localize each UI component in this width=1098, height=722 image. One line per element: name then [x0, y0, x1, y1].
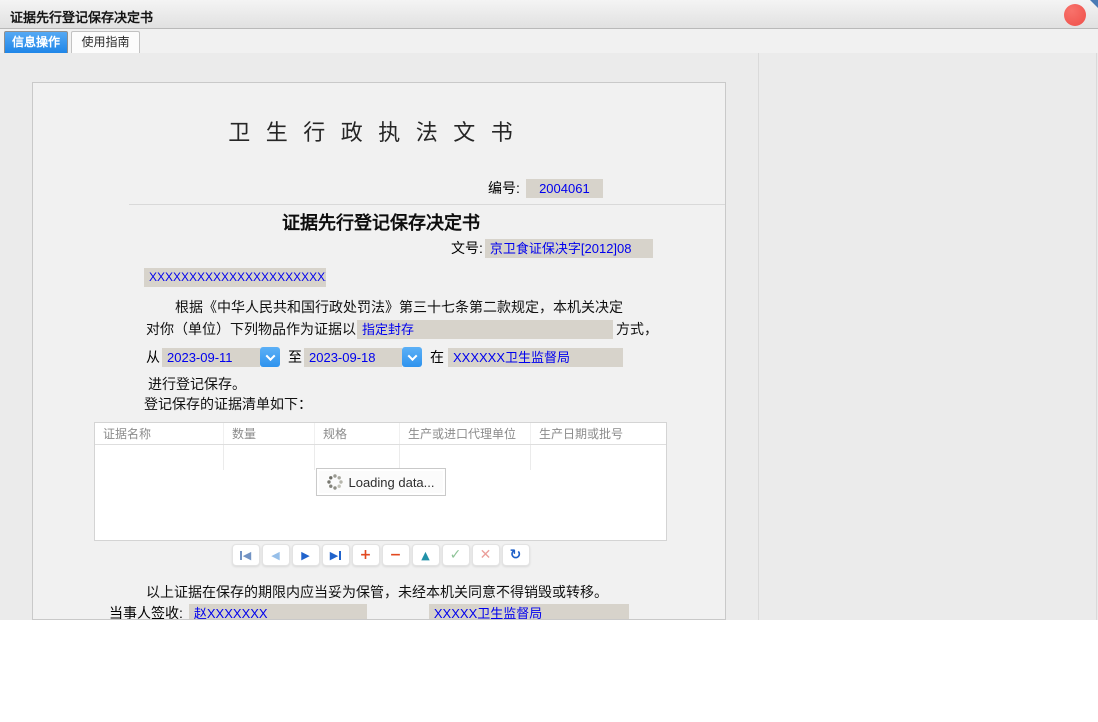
sign-name-field[interactable]: 赵XXXXXXX [189, 604, 367, 621]
tab-bar: 信息操作 使用指南 [0, 29, 1098, 53]
paragraph-method-row: 对你（单位）下列物品作为证据以 指定封存 方式， [146, 319, 658, 339]
corner-anchor-icon [1090, 0, 1098, 8]
serial-label: 编号: [488, 178, 520, 198]
table-cell [315, 445, 400, 470]
signature-row: 当事人签收: 赵XXXXXXX XXXXX卫生监督局 [109, 603, 629, 620]
nav-cancel-button[interactable]: ✕ [472, 544, 500, 566]
delete-record-icon: − [390, 548, 402, 562]
method-prefix-text: 对你（单位）下列物品作为证据以 [146, 319, 356, 339]
evidence-table: 证据名称 数量 规格 生产或进口代理单位 生产日期或批号 [94, 422, 667, 541]
tab-info-operations[interactable]: 信息操作 [4, 31, 68, 53]
last-bar-icon [339, 551, 341, 560]
party-name-field[interactable]: XXXXXXXXXXXXXXXXXXXXXXXX [144, 268, 326, 287]
date-from-field[interactable]: 2023-09-11 [162, 348, 260, 367]
first-record-icon: ◀ [243, 550, 251, 561]
table-cell [400, 445, 531, 470]
close-button[interactable] [1064, 4, 1086, 26]
nav-delete-button[interactable]: − [382, 544, 410, 566]
table-header-row: 证据名称 数量 规格 生产或进口代理单位 生产日期或批号 [95, 423, 666, 445]
panel-divider [758, 53, 759, 620]
date-range-row: 从 2023-09-11 至 2023-09-18 在 XXXXXX卫生监督局 [146, 347, 623, 367]
loading-indicator: Loading data... [315, 468, 445, 496]
cancel-x-icon: ✕ [480, 548, 492, 562]
title-bar: 证据先行登记保存决定书 [0, 0, 1098, 29]
table-cell [531, 445, 666, 470]
doc-number-label: 文号: [451, 238, 483, 258]
date-to-picker: 2023-09-18 [304, 347, 422, 367]
serial-number-row: 编号: 2004061 [488, 178, 603, 198]
nav-last-button[interactable]: ▶ [322, 544, 350, 566]
nav-refresh-button[interactable]: ↻ [502, 544, 530, 566]
method-suffix-text: 方式， [616, 319, 658, 339]
loading-text: Loading data... [348, 475, 434, 490]
confirm-check-icon: ✓ [450, 548, 462, 562]
nav-edit-button[interactable]: ▲ [412, 544, 440, 566]
edit-record-icon: ▲ [421, 550, 429, 561]
at-label: 在 [430, 347, 444, 367]
column-header-quantity: 数量 [224, 423, 315, 444]
tab-content-area: 卫 生 行 政 执 法 文 书 编号: 2004061 证据先行登记保存决定书 … [0, 53, 1098, 620]
method-field[interactable]: 指定封存 [357, 320, 613, 339]
doc-number-row: 文号: 京卫食证保决字[2012]08 [451, 238, 653, 258]
document-title: 证据先行登记保存决定书 [51, 209, 711, 235]
insert-record-icon: + [360, 548, 372, 562]
doc-number-field[interactable]: 京卫食证保决字[2012]08 [485, 239, 653, 258]
location-field[interactable]: XXXXXX卫生监督局 [448, 348, 623, 367]
prior-record-icon: ◀ [271, 550, 279, 561]
chevron-down-icon [265, 351, 275, 361]
table-cell [95, 445, 224, 470]
last-record-icon: ▶ [330, 550, 338, 561]
date-from-picker: 2023-09-11 [162, 347, 280, 367]
document-letterhead: 卫 生 行 政 执 法 文 书 [33, 115, 713, 147]
from-label: 从 [146, 347, 160, 367]
data-navigator: ◀ ◀ ▶ ▶ + − ▲ [94, 544, 667, 566]
loading-spinner-icon [326, 474, 342, 490]
date-from-dropdown-button[interactable] [260, 347, 280, 367]
header-divider-line [129, 204, 726, 205]
table-cell [224, 445, 315, 470]
column-header-production-date: 生产日期或批号 [531, 423, 666, 444]
sign-org-field[interactable]: XXXXX卫生监督局 [429, 604, 629, 621]
nav-post-button[interactable]: ✓ [442, 544, 470, 566]
table-empty-row [95, 445, 666, 470]
column-header-evidence-name: 证据名称 [95, 423, 224, 444]
column-header-spec: 规格 [315, 423, 400, 444]
document-form: 卫 生 行 政 执 法 文 书 编号: 2004061 证据先行登记保存决定书 … [32, 82, 726, 620]
notice-text: 以上证据在保存的期限内应当妥为保管，未经本机关同意不得销毁或转移。 [146, 582, 608, 602]
date-to-field[interactable]: 2023-09-18 [304, 348, 402, 367]
window-title: 证据先行登记保存决定书 [10, 7, 153, 26]
nav-prior-button[interactable]: ◀ [262, 544, 290, 566]
serial-field[interactable]: 2004061 [526, 179, 603, 198]
tab-user-guide[interactable]: 使用指南 [71, 31, 140, 53]
nav-next-button[interactable]: ▶ [292, 544, 320, 566]
app-window: 证据先行登记保存决定书 信息操作 使用指南 卫 生 行 政 执 法 文 书 编号… [0, 0, 1098, 722]
to-label: 至 [288, 347, 302, 367]
paragraph-preserve: 进行登记保存。 [148, 374, 246, 394]
nav-insert-button[interactable]: + [352, 544, 380, 566]
sign-label: 当事人签收: [109, 603, 183, 620]
right-edge-line [1096, 53, 1097, 620]
list-intro-text: 登记保存的证据清单如下： [144, 394, 312, 414]
first-bar-icon [240, 551, 242, 560]
next-record-icon: ▶ [301, 550, 309, 561]
column-header-producer: 生产或进口代理单位 [400, 423, 531, 444]
date-to-dropdown-button[interactable] [402, 347, 422, 367]
paragraph-legal-basis: 根据《中华人民共和国行政处罚法》第三十七条第二款规定，本机关决定 [146, 297, 623, 317]
refresh-icon: ↻ [510, 548, 522, 562]
nav-first-button[interactable]: ◀ [232, 544, 260, 566]
chevron-down-icon [407, 351, 417, 361]
